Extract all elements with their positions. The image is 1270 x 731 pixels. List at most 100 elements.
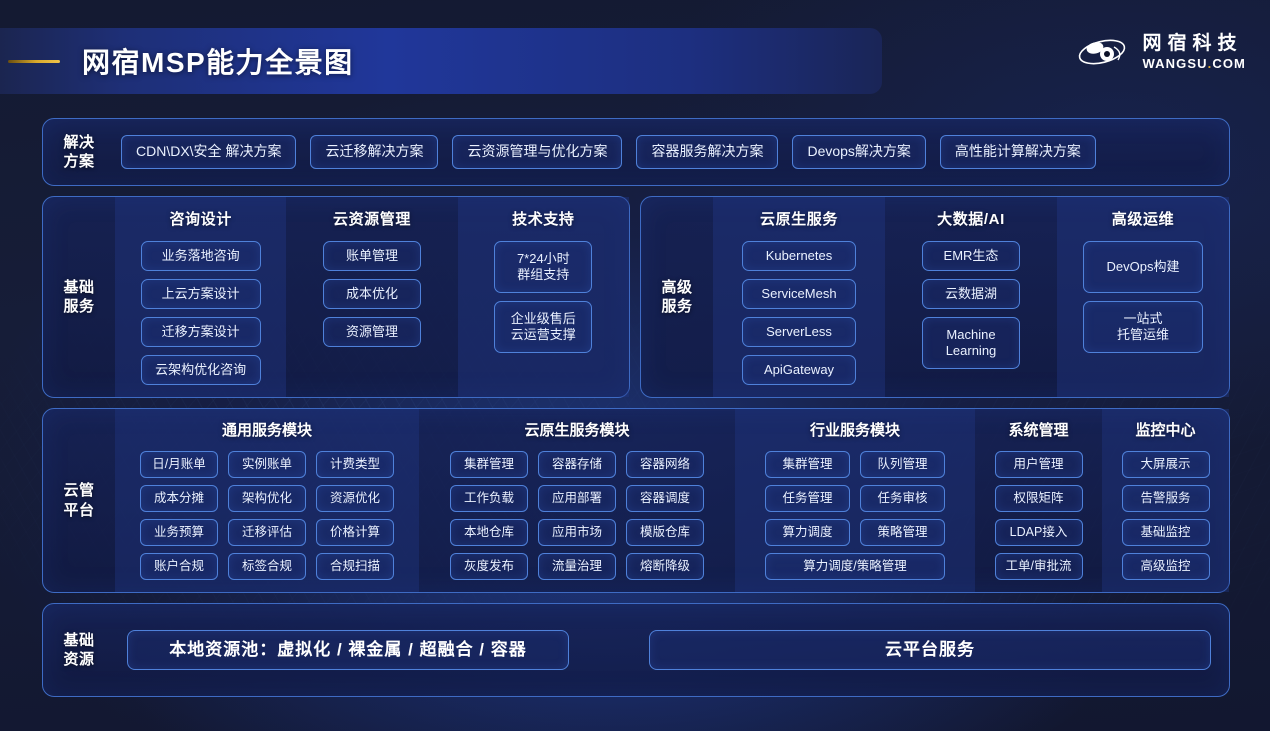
module-chip[interactable]: 计费类型 xyxy=(316,451,394,478)
basic-label-line1: 基础 xyxy=(63,278,95,296)
service-chip[interactable]: 云架构优化咨询 xyxy=(140,355,261,385)
module-chip[interactable]: 应用市场 xyxy=(538,519,616,546)
module-chip[interactable]: 模版仓库 xyxy=(626,519,704,546)
module-chip[interactable]: 工单/审批流 xyxy=(994,553,1083,580)
service-chip[interactable]: 云数据湖 xyxy=(922,279,1020,309)
service-chip[interactable]: 成本优化 xyxy=(322,279,421,309)
module-chip[interactable]: 任务管理 xyxy=(765,485,850,512)
brand-name-cn: 网宿科技 xyxy=(1142,33,1243,54)
basic-label-line2: 服务 xyxy=(63,298,95,315)
module-chip[interactable]: 队列管理 xyxy=(860,451,945,478)
module-chip[interactable]: 告警服务 xyxy=(1121,485,1210,512)
column-industry-service-modules: 行业服务模块 集群管理 队列管理 任务管理 任务审核 算力调度 策略管理 算力调… xyxy=(735,409,975,592)
module-chip[interactable]: 流量治理 xyxy=(538,553,616,580)
cloud-platform-columns: 通用服务模块 日/月账单 实例账单 计费类型 成本分摊 架构优化 资源优化 业务… xyxy=(115,409,1229,592)
column-title: 通用服务模块 xyxy=(221,422,312,439)
service-chip[interactable]: ApiGateway xyxy=(742,355,856,385)
module-chip[interactable]: 本地仓库 xyxy=(450,519,528,546)
module-chip[interactable]: 基础监控 xyxy=(1121,519,1210,546)
module-chip[interactable]: 集群管理 xyxy=(765,451,850,478)
column-title: 行业服务模块 xyxy=(809,422,900,439)
module-chip[interactable]: 成本分摊 xyxy=(140,485,218,512)
base-label-line2: 资源 xyxy=(63,651,95,668)
module-chip[interactable]: 灰度发布 xyxy=(450,553,528,580)
solution-chip[interactable]: 云迁移解决方案 xyxy=(310,135,439,169)
diagram-stage: 解决 方案 CDN\DX\安全 解决方案 云迁移解决方案 云资源管理与优化方案 … xyxy=(42,118,1230,707)
module-chip[interactable]: 架构优化 xyxy=(228,485,306,512)
module-chip[interactable]: 价格计算 xyxy=(316,519,394,546)
column-items: 集群管理 队列管理 任务管理 任务审核 算力调度 策略管理 算力调度/策略管理 xyxy=(765,451,945,580)
column-title: 高级运维 xyxy=(1111,211,1175,228)
service-chip[interactable]: 账单管理 xyxy=(322,241,421,271)
service-chip[interactable]: ServiceMesh xyxy=(742,279,856,309)
base-resources-panel: 基础 资源 本地资源池：虚拟化 / 裸金属 / 超融合 / 容器 云平台服务 xyxy=(42,603,1230,697)
service-chip[interactable]: 迁移方案设计 xyxy=(140,317,261,347)
brand-name-en: WANGSU.COM xyxy=(1143,57,1246,70)
solution-chip[interactable]: 云资源管理与优化方案 xyxy=(452,135,623,169)
column-items: 业务落地咨询 上云方案设计 迁移方案设计 云架构优化咨询 xyxy=(124,241,277,385)
module-chip[interactable]: 容器网络 xyxy=(626,451,704,478)
title-banner: 网宿MSP能力全景图 xyxy=(0,28,882,94)
module-chip[interactable]: 容器存储 xyxy=(538,451,616,478)
column-cloud-native-services: 云原生服务 Kubernetes ServiceMesh ServerLess … xyxy=(713,197,885,397)
module-chip[interactable]: 大屏展示 xyxy=(1121,451,1210,478)
column-items: Kubernetes ServiceMesh ServerLess ApiGat… xyxy=(722,241,876,385)
module-chip[interactable]: 算力调度/策略管理 xyxy=(765,553,945,580)
service-chip[interactable]: 资源管理 xyxy=(322,317,421,347)
service-chip[interactable]: 企业级售后 云运营支撑 xyxy=(494,301,593,353)
column-general-service-modules: 通用服务模块 日/月账单 实例账单 计费类型 成本分摊 架构优化 资源优化 业务… xyxy=(115,409,419,592)
module-chip[interactable]: 应用部署 xyxy=(538,485,616,512)
advanced-label-line2: 服务 xyxy=(661,298,693,315)
solution-chip[interactable]: Devops解决方案 xyxy=(792,135,926,169)
module-chip[interactable]: 用户管理 xyxy=(994,451,1083,478)
solution-chip[interactable]: 高性能计算解决方案 xyxy=(939,135,1096,169)
module-chip[interactable]: 熔断降级 xyxy=(626,553,704,580)
module-chip[interactable]: LDAP接入 xyxy=(994,519,1083,546)
advanced-label-line1: 高级 xyxy=(661,278,693,296)
brand-en-tld: COM xyxy=(1212,56,1246,71)
module-chip[interactable]: 合规扫描 xyxy=(316,553,394,580)
service-chip[interactable]: 业务落地咨询 xyxy=(140,241,261,271)
service-chip[interactable]: 上云方案设计 xyxy=(140,279,261,309)
cloud-platform-label-line1: 云管 xyxy=(63,482,95,500)
module-chip[interactable]: 集群管理 xyxy=(450,451,528,478)
cloud-platform-row-label: 云管 平台 xyxy=(43,409,115,592)
advanced-services-row-label: 高级 服务 xyxy=(641,197,713,397)
solutions-panel: 解决 方案 CDN\DX\安全 解决方案 云迁移解决方案 云资源管理与优化方案 … xyxy=(42,118,1230,186)
service-chip[interactable]: Machine Learning xyxy=(922,317,1020,369)
module-chip[interactable]: 高级监控 xyxy=(1121,553,1210,580)
column-advanced-operations: 高级运维 DevOps构建 一站式 托管运维 xyxy=(1057,197,1229,397)
column-items: 账单管理 成本优化 资源管理 xyxy=(295,241,448,347)
cloud-platform-panel: 云管 平台 通用服务模块 日/月账单 实例账单 计费类型 成本分摊 架构优化 资… xyxy=(42,408,1230,593)
base-resource-chip-cloud-platform[interactable]: 云平台服务 xyxy=(649,630,1211,670)
module-chip[interactable]: 账户合规 xyxy=(140,553,218,580)
solutions-label-line1: 解决 xyxy=(63,133,95,151)
module-chip[interactable]: 迁移评估 xyxy=(228,519,306,546)
service-chip[interactable]: 一站式 托管运维 xyxy=(1083,301,1203,353)
service-chip[interactable]: DevOps构建 xyxy=(1083,241,1203,293)
services-row: 基础 服务 咨询设计 业务落地咨询 上云方案设计 迁移方案设计 云架构优化咨询 … xyxy=(42,196,1230,398)
module-chip[interactable]: 容器调度 xyxy=(626,485,704,512)
column-title: 云原生服务模块 xyxy=(524,422,630,439)
module-chip[interactable]: 标签合规 xyxy=(228,553,306,580)
module-chip[interactable]: 权限矩阵 xyxy=(994,485,1083,512)
service-chip[interactable]: ServerLess xyxy=(742,317,856,347)
module-chip[interactable]: 策略管理 xyxy=(860,519,945,546)
service-chip[interactable]: EMR生态 xyxy=(922,241,1020,271)
module-chip[interactable]: 实例账单 xyxy=(228,451,306,478)
base-resources-chip-list: 本地资源池：虚拟化 / 裸金属 / 超融合 / 容器 云平台服务 xyxy=(115,630,1229,670)
base-resource-chip-local-pool[interactable]: 本地资源池：虚拟化 / 裸金属 / 超融合 / 容器 xyxy=(127,630,569,670)
module-chip[interactable]: 工作负载 xyxy=(450,485,528,512)
service-chip[interactable]: Kubernetes xyxy=(742,241,856,271)
solution-chip[interactable]: CDN\DX\安全 解决方案 xyxy=(121,135,297,169)
module-chip[interactable]: 算力调度 xyxy=(765,519,850,546)
column-bigdata-ai: 大数据/AI EMR生态 云数据湖 Machine Learning xyxy=(885,197,1057,397)
column-items: 集群管理 容器存储 容器网络 工作负载 应用部署 容器调度 本地仓库 应用市场 … xyxy=(450,451,704,580)
module-chip[interactable]: 日/月账单 xyxy=(140,451,218,478)
brand-en-main: WANGSU xyxy=(1142,56,1208,71)
service-chip[interactable]: 7*24小时 群组支持 xyxy=(494,241,593,293)
module-chip[interactable]: 资源优化 xyxy=(316,485,394,512)
solution-chip[interactable]: 容器服务解决方案 xyxy=(636,135,779,169)
module-chip[interactable]: 任务审核 xyxy=(860,485,945,512)
module-chip[interactable]: 业务预算 xyxy=(140,519,218,546)
